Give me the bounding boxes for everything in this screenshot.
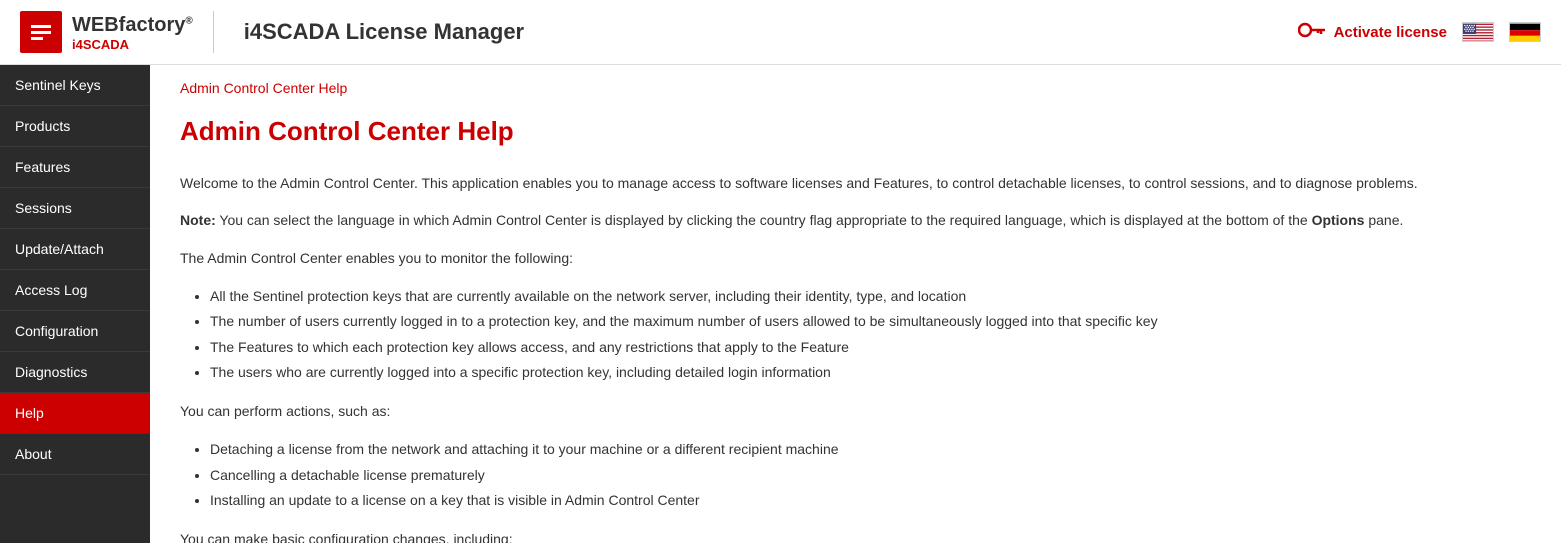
flag-de-button[interactable]	[1509, 22, 1541, 42]
monitor-bullet-1: All the Sentinel protection keys that ar…	[210, 284, 1531, 309]
monitor-bullet-2: The number of users currently logged in …	[210, 309, 1531, 334]
logo-sub-text: i4SCADA	[72, 37, 193, 52]
actions-bullets-list: Detaching a license from the network and…	[210, 437, 1531, 513]
sidebar-item-update-attach[interactable]: Update/Attach	[0, 229, 150, 270]
config-text: You can make basic configuration changes…	[180, 528, 1531, 543]
sidebar-item-about[interactable]: About	[0, 434, 150, 475]
activate-license-label: Activate license	[1334, 24, 1447, 41]
note-text: You can select the language in which Adm…	[216, 212, 1312, 228]
sidebar-item-sessions[interactable]: Sessions	[0, 188, 150, 229]
options-bold: Options	[1312, 212, 1365, 228]
sidebar-item-access-log[interactable]: Access Log	[0, 270, 150, 311]
app-title: i4SCADA License Manager	[229, 19, 524, 45]
header-right: Activate license	[1298, 21, 1541, 44]
sidebar-item-features[interactable]: Features	[0, 147, 150, 188]
header-left: WEBfactory® i4SCADA i4SCADA License Mana…	[20, 11, 524, 53]
intro-paragraph: Welcome to the Admin Control Center. Thi…	[180, 172, 1531, 194]
breadcrumb[interactable]: Admin Control Center Help	[180, 80, 1531, 96]
note-paragraph: Note: You can select the language in whi…	[180, 209, 1531, 231]
monitor-bullet-4: The users who are currently logged into …	[210, 360, 1531, 385]
enables-text: The Admin Control Center enables you to …	[180, 247, 1531, 269]
sidebar-item-sentinel-keys[interactable]: Sentinel Keys	[0, 65, 150, 106]
main-content: Admin Control Center Help Admin Control …	[150, 65, 1561, 543]
key-icon	[1298, 21, 1326, 44]
monitor-bullets-list: All the Sentinel protection keys that ar…	[210, 284, 1531, 385]
flag-en-button[interactable]	[1462, 22, 1494, 42]
sidebar-item-configuration[interactable]: Configuration	[0, 311, 150, 352]
action-bullet-3: Installing an update to a license on a k…	[210, 488, 1531, 513]
app-logo-icon	[20, 11, 62, 53]
logo-box: WEBfactory® i4SCADA	[20, 11, 214, 53]
layout: Sentinel Keys Products Features Sessions…	[0, 65, 1561, 543]
actions-text: You can perform actions, such as:	[180, 400, 1531, 422]
note-label: Note:	[180, 212, 216, 228]
action-bullet-2: Cancelling a detachable license prematur…	[210, 463, 1531, 488]
sidebar-item-products[interactable]: Products	[0, 106, 150, 147]
note-suffix: pane.	[1364, 212, 1403, 228]
sidebar-item-help[interactable]: Help	[0, 393, 150, 434]
logo-text: WEBfactory® i4SCADA	[72, 13, 193, 52]
sidebar-item-diagnostics[interactable]: Diagnostics	[0, 352, 150, 393]
header: WEBfactory® i4SCADA i4SCADA License Mana…	[0, 0, 1561, 65]
action-bullet-1: Detaching a license from the network and…	[210, 437, 1531, 462]
monitor-bullet-3: The Features to which each protection ke…	[210, 335, 1531, 360]
sidebar: Sentinel Keys Products Features Sessions…	[0, 65, 150, 543]
page-title: Admin Control Center Help	[180, 116, 1531, 147]
logo-brand-text: WEBfactory®	[72, 13, 193, 37]
activate-license-button[interactable]: Activate license	[1298, 21, 1447, 44]
